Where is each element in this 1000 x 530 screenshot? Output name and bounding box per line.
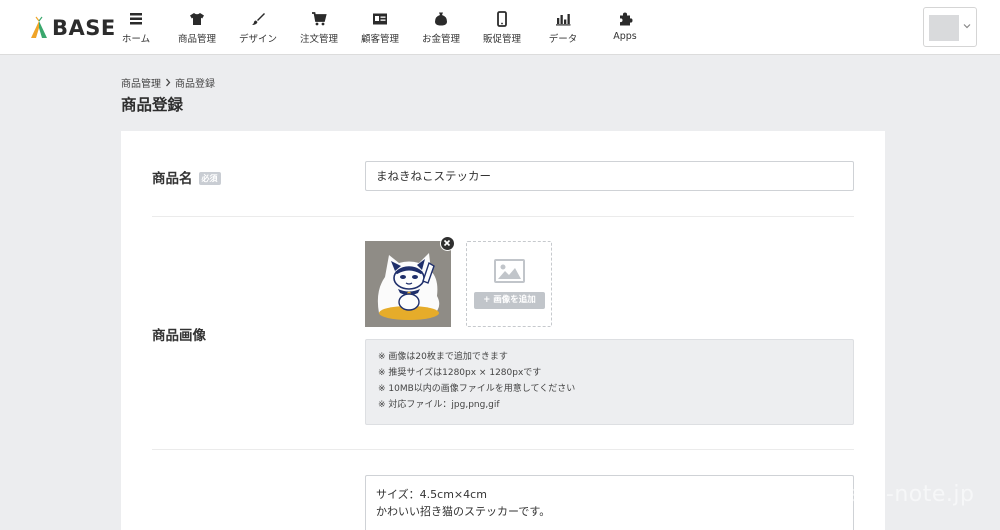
image-note: ※ 対応ファイル：jpg,png,gif [378,400,500,410]
chevron-down-icon [963,24,971,29]
maneki-neko-sticker-image [365,241,451,327]
image-note: ※ 推奨サイズは1280px × 1280pxです [378,368,542,378]
nav-money[interactable]: お金管理 [409,8,473,48]
add-image-button[interactable]: + 画像を追加 [474,292,545,309]
nav-customers[interactable]: 顧客管理 [348,8,412,48]
puzzle-icon [620,12,633,26]
top-header: BASE ホーム 商品管理 デザイン 注文管理 顧客管理 お金管理 販促管理 デ… [0,0,1000,55]
divider [152,449,854,450]
breadcrumb-current: 商品登録 [175,79,215,90]
nav-money-label: お金管理 [421,34,460,45]
nav-promotion[interactable]: 販促管理 [470,8,534,48]
nav-products-label: 商品管理 [177,34,216,45]
bar-chart-icon [556,14,571,26]
remove-image-button[interactable] [440,236,455,251]
base-logo[interactable]: BASE [30,14,116,42]
nav-customers-label: 顧客管理 [360,34,399,45]
tent-logo-icon [31,16,47,38]
nav-orders-label: 注文管理 [299,34,338,45]
plus-icon: + [483,295,494,305]
image-placeholder-icon [494,259,525,283]
watermark: m…a…-note.jp [805,482,975,507]
add-image-label: 画像を追加 [493,295,536,305]
product-form-panel: 商品名必須 商品画像 + 画像を追 [121,131,885,530]
nav-design[interactable]: デザイン [226,8,290,48]
product-name-input[interactable] [365,161,854,191]
description-line: サイズ：4.5cm×4cm [376,488,487,501]
brush-icon [252,13,265,25]
product-image-label: 商品画像 [152,328,206,344]
nav-promotion-label: 販促管理 [482,34,521,45]
image-notes: ※ 画像は20枚まで追加できます ※ 推奨サイズは1280px × 1280px… [365,339,854,425]
breadcrumb: 商品管理 商品登録 [121,75,215,90]
nav-apps[interactable]: Apps [593,8,657,48]
account-menu[interactable] [923,7,977,47]
list-icon [130,13,142,25]
cart-icon [312,12,327,26]
phone-icon [497,11,507,27]
nav-data-label: データ [548,34,578,45]
avatar [929,15,959,41]
tshirt-icon [190,13,204,25]
add-image-area[interactable]: + 画像を追加 [466,241,552,327]
chevron-right-icon [166,78,171,87]
breadcrumb-parent[interactable]: 商品管理 [121,75,161,90]
product-description-textarea[interactable]: サイズ：4.5cm×4cm かわいい招き猫のステッカーです。 [365,475,854,530]
product-image-thumbnail[interactable] [365,241,451,327]
product-name-row-label: 商品名 必須 [152,167,221,187]
nav-products[interactable]: 商品管理 [165,8,229,48]
nav-orders[interactable]: 注文管理 [287,8,351,48]
description-line: かわいい招き猫のステッカーです。 [376,505,551,518]
image-note: ※ 10MB以内の画像ファイルを用意してください [378,384,576,394]
image-note: ※ 画像は20枚まで追加できます [378,352,508,362]
nav-apps-label: Apps [613,31,637,42]
page-title: 商品登録 [121,96,184,114]
nav-home-label: ホーム [121,34,151,45]
product-name-label: 商品名 [152,171,193,187]
id-card-icon [373,13,387,25]
money-bag-icon [435,12,447,26]
required-badge: 必須 [198,172,221,185]
divider [152,216,854,217]
close-icon [443,239,451,247]
nav-design-label: デザイン [238,34,277,45]
nav-home[interactable]: ホーム [104,8,168,48]
nav-data[interactable]: データ [531,8,595,48]
